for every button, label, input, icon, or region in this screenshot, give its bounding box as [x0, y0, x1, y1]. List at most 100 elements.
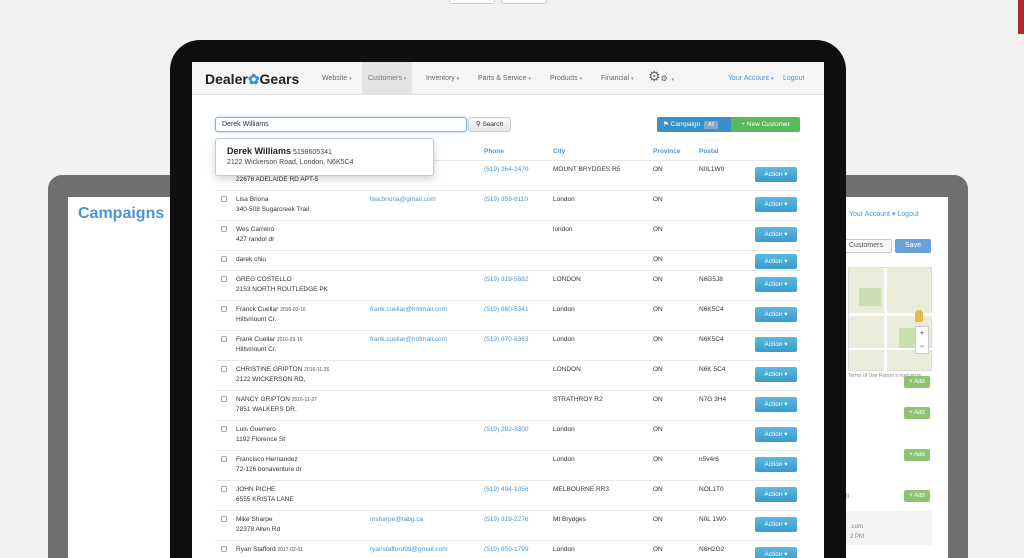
row-action-button[interactable]: Action ▾	[755, 397, 797, 412]
row-action-button[interactable]: Action ▾	[755, 547, 797, 558]
table-row[interactable]: NANCY GRIPTON 2016-11-27 7851 WALKERS DR,…	[215, 390, 800, 420]
customer-name-cell[interactable]: Ryan Stafford 2017-02-01	[236, 545, 303, 555]
row-checkbox[interactable]	[221, 226, 227, 232]
column-header-phone[interactable]: Phone	[484, 148, 504, 155]
row-action-button[interactable]: Action ▾	[755, 427, 797, 442]
row-checkbox[interactable]	[221, 486, 227, 492]
row-checkbox[interactable]	[221, 426, 227, 432]
campaign-button[interactable]: ⚑ Campaign All	[657, 117, 731, 132]
add-button[interactable]: + Add	[904, 407, 930, 419]
customer-province: ON	[653, 366, 663, 373]
customer-name-cell[interactable]: Franck Cuellar 2016-03-16 Hillsmount Cr.	[236, 305, 306, 325]
table-row[interactable]: Luis Guerrero 1192 Florence St (519) 282-…	[215, 420, 800, 450]
nav-website[interactable]: Website ▾	[316, 62, 358, 95]
autocomplete-suggestion[interactable]: Derek Williams 5198605341 2122 Wickerson …	[215, 138, 434, 176]
row-action-button[interactable]: Action ▾	[755, 337, 797, 352]
logo[interactable]: Dealer✿Gears	[205, 71, 299, 88]
top-button-right[interactable]	[501, 0, 547, 4]
table-row[interactable]: Franck Cuellar 2016-03-16 Hillsmount Cr. f…	[215, 300, 800, 330]
table-row[interactable]: GREG COSTELLO 2153 NORTH ROUTLEDGE PK (51…	[215, 270, 800, 300]
row-action-button[interactable]: Action ▾	[755, 517, 797, 532]
row-checkbox[interactable]	[221, 196, 227, 202]
map-view[interactable]: + −	[848, 267, 933, 372]
nav-inventory[interactable]: Inventory ▾	[420, 62, 465, 95]
row-checkbox[interactable]	[221, 336, 227, 342]
customer-phone[interactable]: (519) 859-1799	[484, 545, 528, 555]
row-action-button[interactable]: Action ▾	[755, 367, 797, 382]
customer-phone[interactable]: (519) 860-5341	[484, 305, 528, 315]
customer-email[interactable]: frank.cuellar@hotmail.com	[370, 335, 447, 345]
column-header-postal[interactable]: Postal	[699, 148, 719, 155]
new-customer-button[interactable]: + New Customer	[731, 117, 800, 132]
row-action-button[interactable]: Action ▾	[755, 487, 797, 502]
column-header-city[interactable]: City	[553, 148, 565, 155]
nav-customers[interactable]: Customers ▾	[362, 62, 413, 95]
row-action-button[interactable]: Action ▾	[755, 167, 797, 182]
customer-phone[interactable]: (519) 319-2276	[484, 515, 528, 525]
row-action-button[interactable]: Action ▾	[755, 197, 797, 212]
add-button[interactable]: + Add	[904, 490, 930, 502]
add-button[interactable]: + Add	[904, 376, 930, 388]
map-pegman-icon[interactable]	[915, 310, 923, 322]
row-checkbox[interactable]	[221, 516, 227, 522]
row-action-button[interactable]: Action ▾	[755, 227, 797, 242]
row-checkbox[interactable]	[221, 396, 227, 402]
table-row[interactable]: Frank Cuellar 2016-03-16 Hillsmount Cr. fr…	[215, 330, 800, 360]
customer-email[interactable]: ryanstafford99@gmail.com	[370, 545, 448, 555]
table-row[interactable]: Lisa Briona 340-508 Sugarcreek Trail lisa…	[215, 190, 800, 220]
table-row[interactable]: CHRISTINE GRIPTON 2016-11-26 2122 WICKERS…	[215, 360, 800, 390]
row-checkbox[interactable]	[221, 276, 227, 282]
customer-name-cell[interactable]: Lisa Briona 340-508 Sugarcreek Trail	[236, 195, 309, 215]
customer-phone[interactable]: (519) 870-6363	[484, 335, 528, 345]
customer-email[interactable]: msharpe@tabg.ca	[370, 515, 423, 525]
nav-financial[interactable]: Financial ▾	[595, 62, 639, 95]
customer-name-cell[interactable]: NANCY GRIPTON 2016-11-27 7851 WALKERS DR,	[236, 395, 317, 415]
add-button[interactable]: + Add	[904, 449, 930, 461]
logout-link[interactable]: Logout	[783, 62, 804, 95]
row-checkbox[interactable]	[221, 456, 227, 462]
customer-phone[interactable]: (519) 494-1056	[484, 485, 528, 495]
customer-email[interactable]: frank.cuellar@hotmail.com	[370, 305, 447, 315]
customer-name-cell[interactable]: darek chiu	[236, 255, 266, 265]
customer-phone[interactable]: (519) 264-2470	[484, 165, 528, 175]
customer-name-cell[interactable]: GREG COSTELLO 2153 NORTH ROUTLEDGE PK	[236, 275, 328, 295]
row-action-button[interactable]: Action ▾	[755, 307, 797, 322]
table-row[interactable]: Francisco Hernandez 72-126 bonaventure d…	[215, 450, 800, 480]
customer-name-cell[interactable]: JOHN PICHE 6555 KRISTA LANE	[236, 485, 294, 505]
customer-phone[interactable]: (519) 359-6110	[484, 195, 528, 205]
table-row[interactable]: Ryan Stafford 2017-02-01 ryanstafford99@g…	[215, 540, 800, 558]
table-row[interactable]: Wes Carreiro 427 randol dr london ON Action…	[215, 220, 800, 250]
account-menu[interactable]: Your Account ▾	[728, 62, 773, 95]
search-button[interactable]: ⚲ Search	[468, 117, 511, 132]
column-header-province[interactable]: Province	[653, 148, 680, 155]
customer-email[interactable]: lisa.briona@gmail.com	[370, 195, 436, 205]
row-checkbox[interactable]	[221, 546, 227, 552]
row-checkbox[interactable]	[221, 256, 227, 262]
table-row[interactable]: Mike Sharpe 22378 Allen Rd msharpe@tabg.c…	[215, 510, 800, 540]
row-checkbox[interactable]	[221, 366, 227, 372]
map-zoom-control[interactable]: + −	[915, 326, 929, 354]
nav-parts-service[interactable]: Parts & Service ▾	[472, 62, 537, 95]
customer-phone[interactable]: (519) 319-5882	[484, 275, 528, 285]
row-checkbox[interactable]	[221, 306, 227, 312]
customer-name-cell[interactable]: Francisco Hernandez 72-126 bonaventure d…	[236, 455, 302, 475]
customer-name-cell[interactable]: Luis Guerrero 1192 Florence St	[236, 425, 285, 445]
nav-products[interactable]: Products ▾	[544, 62, 588, 95]
row-action-button[interactable]: Action ▾	[755, 277, 797, 292]
customer-address: 2153 NORTH ROUTLEDGE PK	[236, 286, 328, 293]
back-customers-button[interactable]: Customers	[842, 239, 892, 253]
table-row[interactable]: darek chiu ON Action ▾	[215, 250, 800, 270]
search-input[interactable]: Derek Williams	[215, 117, 467, 132]
row-action-button[interactable]: Action ▾	[755, 457, 797, 472]
back-account-menu[interactable]: Your Account ▾ Logout	[849, 210, 919, 218]
table-row[interactable]: JOHN PICHE 6555 KRISTA LANE (519) 494-105…	[215, 480, 800, 510]
customer-name-cell[interactable]: CHRISTINE GRIPTON 2016-11-26 2122 WICKERS…	[236, 365, 329, 385]
customer-name-cell[interactable]: Wes Carreiro 427 randol dr	[236, 225, 274, 245]
customer-name-cell[interactable]: Mike Sharpe 22378 Allen Rd	[236, 515, 280, 535]
customer-name-cell[interactable]: Frank Cuellar 2016-03-16 Hillsmount Cr.	[236, 335, 302, 355]
back-save-button[interactable]: Save	[895, 239, 931, 253]
top-button-left[interactable]	[449, 0, 495, 4]
customer-phone[interactable]: (519) 282-3300	[484, 425, 528, 435]
settings-gears-icon[interactable]: ⚙⚙ ▾	[648, 68, 674, 85]
row-action-button[interactable]: Action ▾	[755, 254, 797, 269]
